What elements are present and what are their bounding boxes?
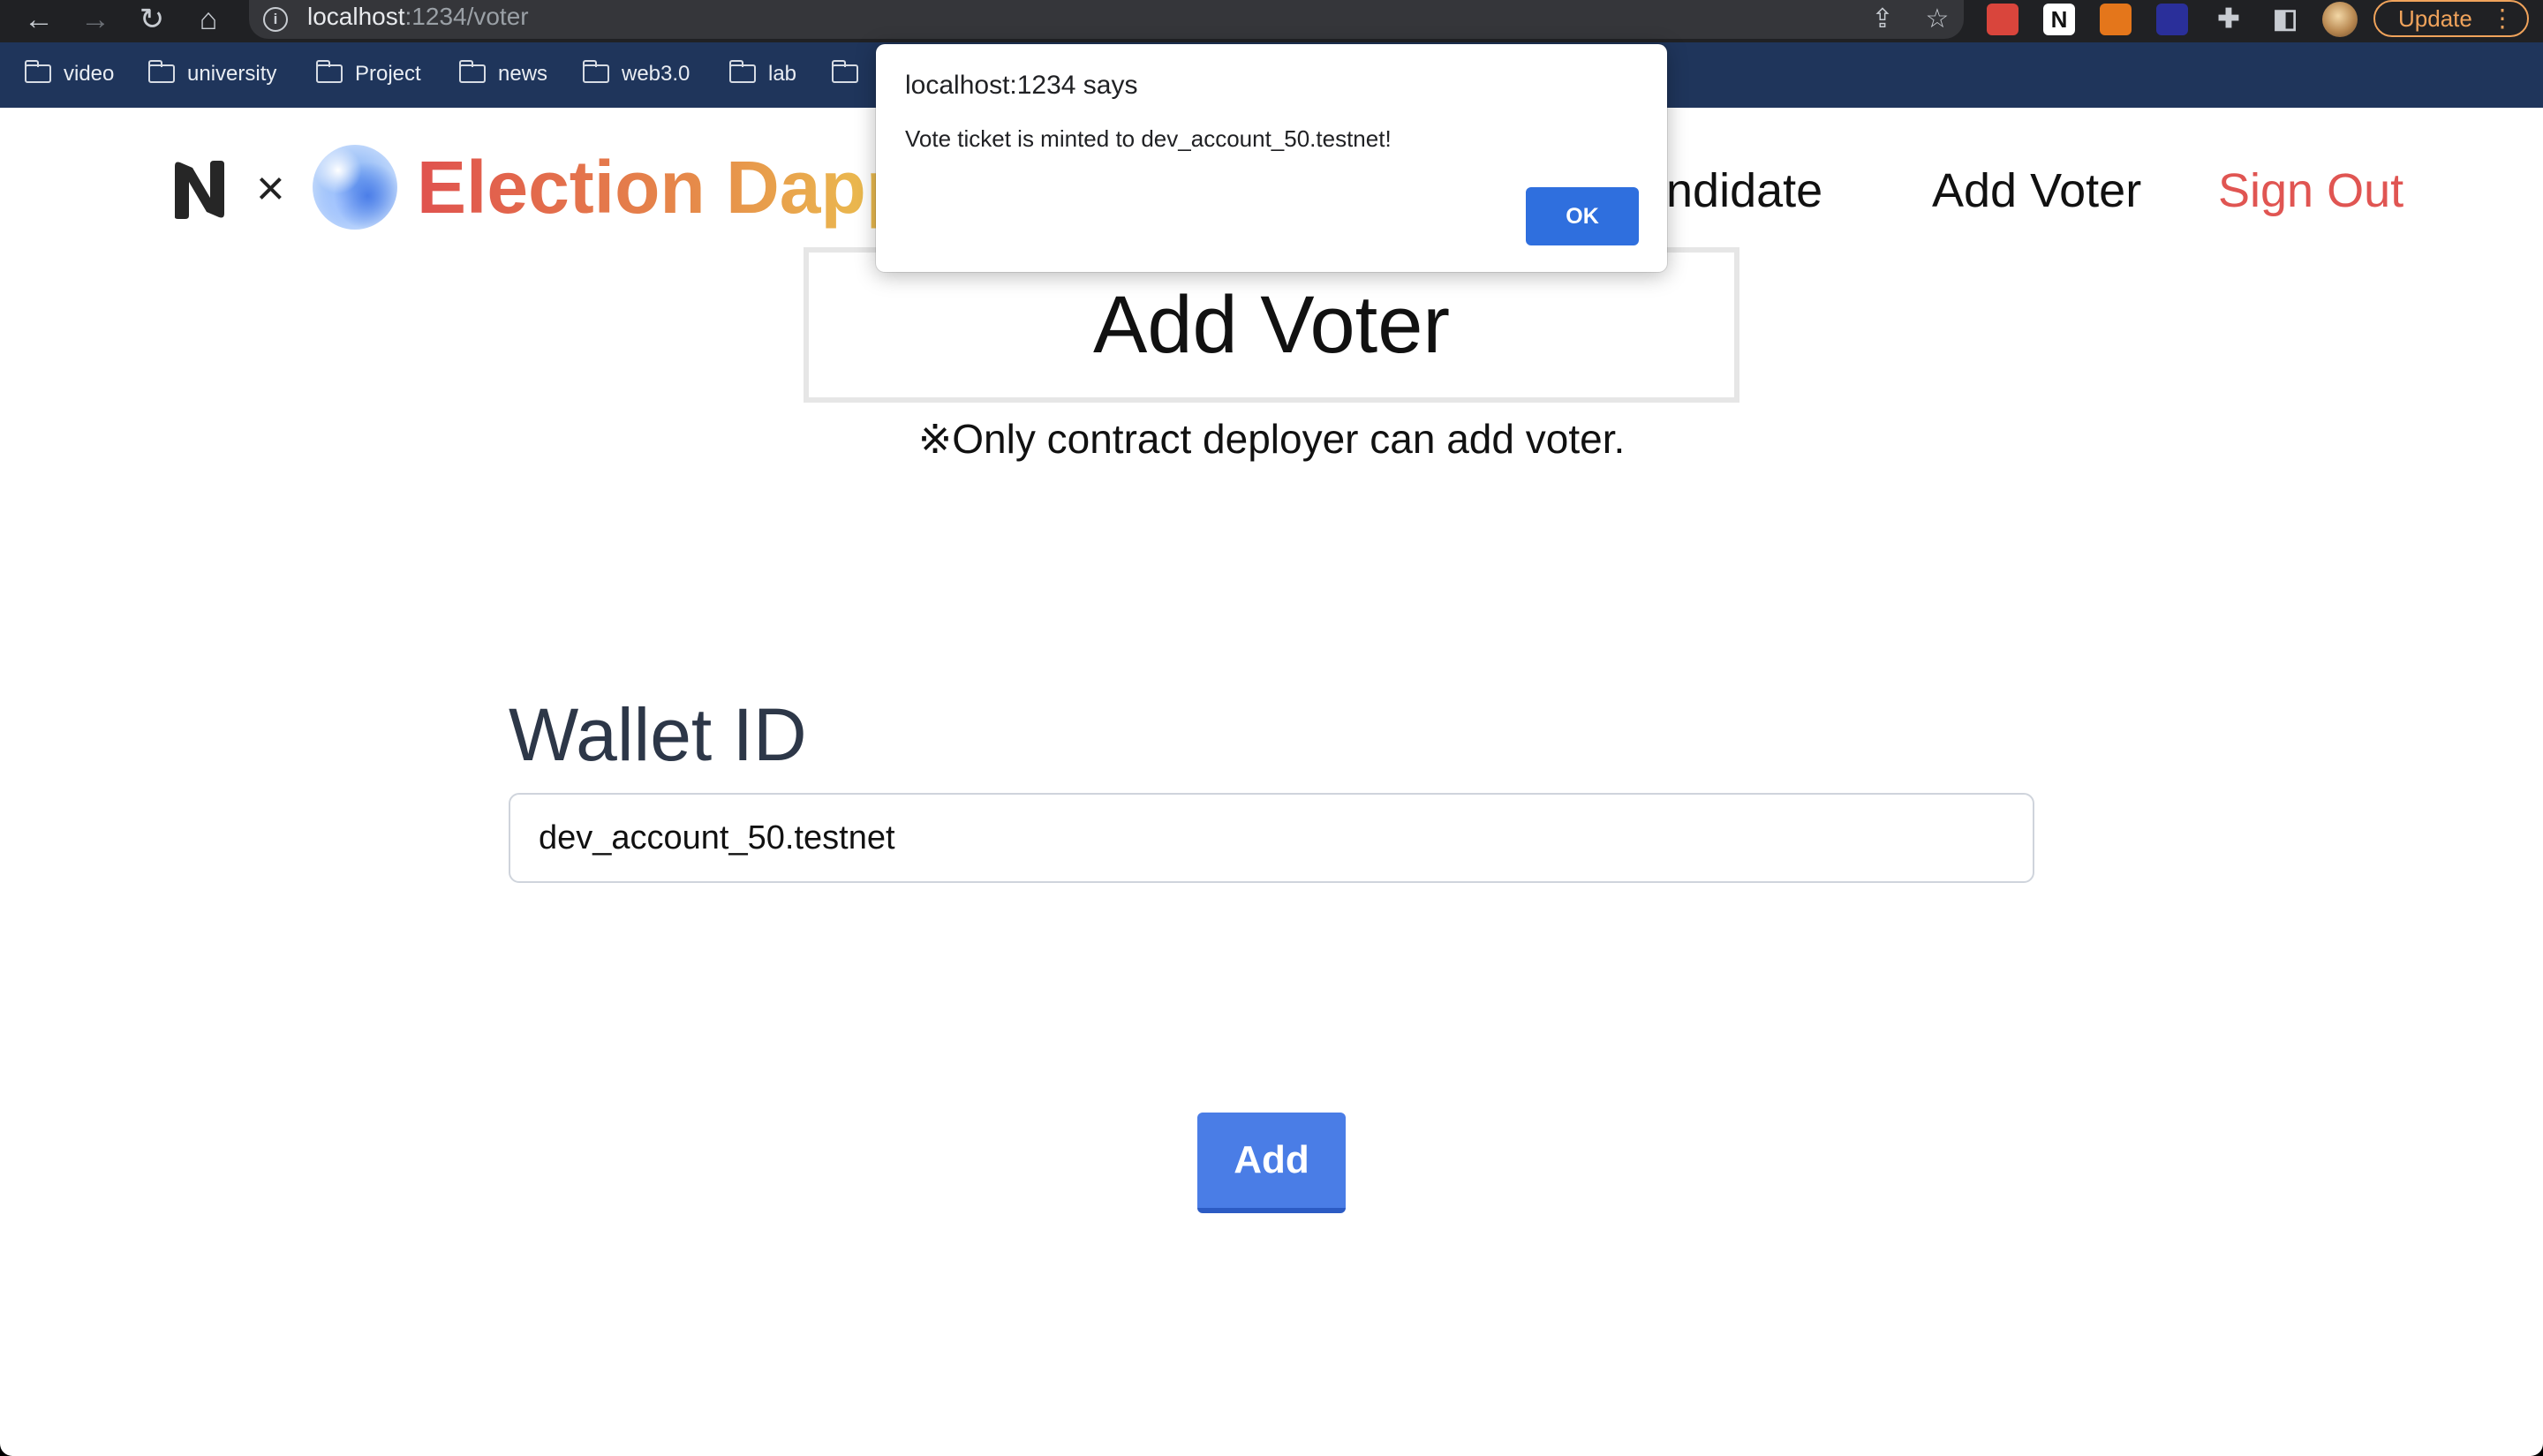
bookmark-folder-lab[interactable]: lab xyxy=(728,57,796,92)
nav-add-voter[interactable]: Add Voter xyxy=(1932,157,2141,224)
add-voter-button[interactable]: Add xyxy=(1197,1113,1346,1213)
page-title: Add Voter xyxy=(1092,280,1451,370)
forward-arrow-icon[interactable]: → xyxy=(76,2,115,37)
dialog-message: Vote ticket is minted to dev_account_50.… xyxy=(905,125,1392,152)
side-panel-icon[interactable]: ◧ xyxy=(2269,4,2301,35)
extensions-puzzle-icon[interactable]: ✚ xyxy=(2213,4,2245,35)
update-button[interactable]: Update ⋮ xyxy=(2373,0,2529,37)
reload-icon[interactable]: ↻ xyxy=(132,2,171,37)
share-icon[interactable]: ⇪ xyxy=(1865,2,1900,37)
deployer-note: ※Only contract deployer can add voter. xyxy=(917,416,1626,462)
cross-icon: × xyxy=(256,160,285,215)
kebab-menu-icon[interactable]: ⋮ xyxy=(2490,2,2515,35)
bookmark-folder-partial[interactable] xyxy=(831,57,871,92)
folder-icon xyxy=(831,60,858,83)
bookmark-folder-project[interactable]: Project xyxy=(315,57,421,92)
site-info-icon[interactable]: i xyxy=(263,7,288,32)
wallet-id-input[interactable] xyxy=(509,793,2034,883)
back-arrow-icon[interactable]: ← xyxy=(19,2,58,37)
profile-avatar[interactable] xyxy=(2322,2,2358,37)
dialog-ok-button[interactable]: OK xyxy=(1526,187,1639,245)
metamask-fox-icon[interactable] xyxy=(2100,4,2132,35)
brand-title[interactable]: Election Dapp xyxy=(417,143,911,231)
page-content: × Election Dapp Candidate Add Voter Sign… xyxy=(0,108,2543,1456)
folder-icon xyxy=(315,60,343,83)
extension-dark-icon[interactable] xyxy=(2156,4,2188,35)
nav-sign-out[interactable]: Sign Out xyxy=(2218,157,2403,224)
wallet-id-label: Wallet ID xyxy=(509,693,807,776)
bookmark-folder-university[interactable]: university xyxy=(147,57,276,92)
election-orb-logo xyxy=(313,145,397,230)
folder-icon xyxy=(458,60,486,83)
folder-icon xyxy=(728,60,756,83)
address-bar[interactable]: i localhost:1234/voter ⇪ ☆ xyxy=(249,0,1964,39)
extension-book-icon[interactable] xyxy=(1987,4,2019,35)
home-icon[interactable]: ⌂ xyxy=(189,2,228,37)
bookmark-star-icon[interactable]: ☆ xyxy=(1920,2,1955,37)
bookmark-folder-web3[interactable]: web3.0 xyxy=(582,57,690,92)
folder-icon xyxy=(147,60,175,83)
bookmark-folder-news[interactable]: news xyxy=(458,57,547,92)
folder-icon xyxy=(582,60,609,83)
near-logo-icon xyxy=(175,161,224,219)
bookmark-folder-video[interactable]: video xyxy=(24,57,114,92)
address-url[interactable]: localhost:1234/voter xyxy=(307,3,529,31)
notion-icon[interactable]: N xyxy=(2043,4,2075,35)
alert-dialog: localhost:1234 says Vote ticket is minte… xyxy=(876,44,1667,272)
dialog-title: localhost:1234 says xyxy=(905,71,1138,100)
browser-toolbar: ← → ↻ ⌂ i localhost:1234/voter ⇪ ☆ N ✚ ◧… xyxy=(0,0,2543,42)
folder-icon xyxy=(24,60,51,83)
